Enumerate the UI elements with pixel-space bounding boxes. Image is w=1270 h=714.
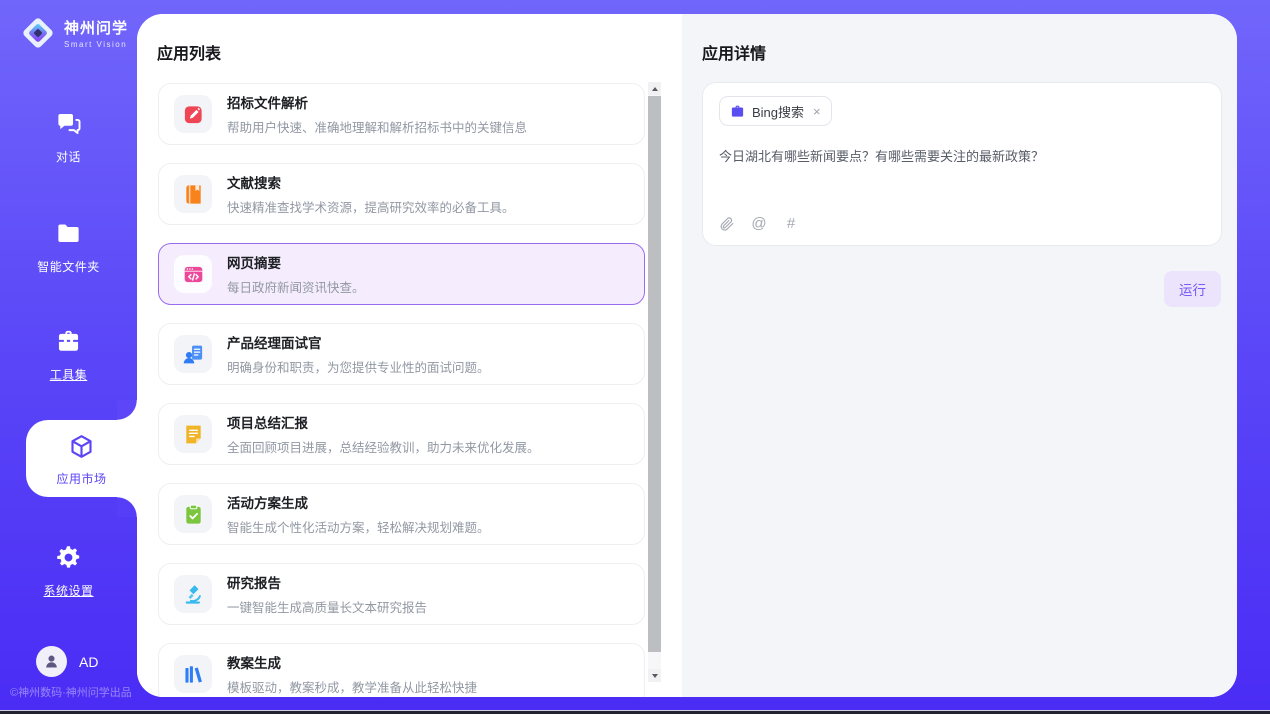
app-card-desc: 帮助用户快速、准确地理解和解析招标书中的关键信息 [227, 117, 527, 136]
folder-icon [55, 220, 82, 247]
app-card-title: 文献搜索 [227, 172, 515, 192]
toolbox-icon [55, 328, 82, 355]
app-card[interactable]: 招标文件解析 帮助用户快速、准确地理解和解析招标书中的关键信息 [158, 83, 645, 145]
sidebar-item-settings[interactable]: 系统设置 [0, 544, 137, 599]
main-container: 应用列表 招标文件解析 帮助用户快速、准确地理解和解析招标书中的关键信息 文献搜… [137, 14, 1237, 697]
avatar [36, 646, 67, 677]
prompt-card: Bing搜索 × 今日湖北有哪些新闻要点？有哪些需要关注的最新政策？ @ # [702, 82, 1222, 246]
app-icon [182, 263, 205, 286]
app-card-title: 项目总结汇报 [227, 412, 540, 432]
app-logo: 神州问学 Smart Vision [18, 13, 128, 53]
sidebar-item-label: 工具集 [0, 366, 137, 383]
logo-subtitle: Smart Vision [64, 40, 128, 49]
app-card-title: 产品经理面试官 [227, 332, 490, 352]
app-detail-title: 应用详情 [702, 40, 766, 64]
paperclip-icon[interactable] [719, 216, 735, 232]
bubble-notch-top [117, 400, 137, 420]
app-icon [182, 503, 205, 526]
app-card[interactable]: 活动方案生成 智能生成个性化活动方案，轻松解决规划难题。 [158, 483, 645, 545]
scrollbar-thumb[interactable] [648, 96, 661, 652]
gear-icon [55, 544, 82, 571]
app-card-desc: 模板驱动，教案秒成，教学准备从此轻松快捷 [227, 677, 477, 696]
user-name: AD [79, 654, 98, 670]
app-card-desc: 一键智能生成高质量长文本研究报告 [227, 597, 427, 616]
app-icon-tile [174, 255, 212, 293]
scroll-down-button[interactable] [648, 669, 661, 682]
app-icon [182, 423, 205, 446]
app-list-scrollbar [648, 82, 661, 682]
app-card[interactable]: 文献搜索 快速精准查找学术资源，提高研究效率的必备工具。 [158, 163, 645, 225]
tool-chip-bing-search[interactable]: Bing搜索 × [719, 96, 832, 126]
app-card[interactable]: 网页摘要 每日政府新闻资讯快查。 [158, 243, 645, 305]
app-card-title: 教案生成 [227, 652, 477, 672]
app-list-title: 应用列表 [157, 40, 221, 64]
app-icon-tile [174, 175, 212, 213]
scroll-down-icon [652, 674, 658, 678]
scroll-up-button[interactable] [648, 82, 661, 95]
tool-chip-label: Bing搜索 [752, 102, 804, 121]
app-icon [182, 103, 205, 126]
sidebar-item-label: 应用市场 [26, 470, 137, 487]
app-card[interactable]: 研究报告 一键智能生成高质量长文本研究报告 [158, 563, 645, 625]
app-detail-panel: 应用详情 Bing搜索 × 今日湖北有哪些新闻要点？有哪些需要关注的最新政策？ … [682, 14, 1237, 697]
chip-close-icon[interactable]: × [813, 105, 821, 118]
app-icon-tile [174, 575, 212, 613]
app-icon-tile [174, 415, 212, 453]
user-account[interactable]: AD [36, 646, 98, 677]
bubble-notch-bottom [117, 497, 137, 517]
sidebar-item-label: 系统设置 [0, 582, 137, 599]
app-icon [182, 343, 205, 366]
scroll-up-icon [652, 87, 658, 91]
sidebar-item-app-market[interactable]: 应用市场 [26, 420, 137, 497]
app-card-desc: 全面回顾项目进展，总结经验教训，助力未来优化发展。 [227, 437, 540, 456]
sidebar-item-label: 对话 [0, 148, 137, 165]
app-card-title: 活动方案生成 [227, 492, 490, 512]
diamond-logo-icon [18, 13, 58, 53]
hash-tag-icon[interactable]: # [783, 216, 799, 232]
person-icon [43, 653, 60, 670]
app-icon [182, 183, 205, 206]
app-icon [182, 583, 205, 606]
app-card-desc: 智能生成个性化活动方案，轻松解决规划难题。 [227, 517, 490, 536]
app-icon-tile [174, 95, 212, 133]
app-card-desc: 每日政府新闻资讯快查。 [227, 277, 365, 296]
at-mention-icon[interactable]: @ [751, 216, 767, 232]
app-card-desc: 明确身份和职责，为您提供专业性的面试问题。 [227, 357, 490, 376]
app-card-title: 招标文件解析 [227, 92, 527, 112]
sidebar-item-toolset[interactable]: 工具集 [0, 328, 137, 383]
app-card[interactable]: 项目总结汇报 全面回顾项目进展，总结经验教训，助力未来优化发展。 [158, 403, 645, 465]
app-card-list: 招标文件解析 帮助用户快速、准确地理解和解析招标书中的关键信息 文献搜索 快速精… [158, 83, 645, 697]
app-card-title: 研究报告 [227, 572, 427, 592]
app-card-title: 网页摘要 [227, 252, 365, 272]
prompt-toolbar: @ # [719, 216, 799, 232]
copyright-footer: ©神州数码·神州问学出品 [10, 684, 132, 700]
app-list-panel: 应用列表 招标文件解析 帮助用户快速、准确地理解和解析招标书中的关键信息 文献搜… [137, 14, 682, 697]
app-card[interactable]: 教案生成 模板驱动，教案秒成，教学准备从此轻松快捷 [158, 643, 645, 697]
sidebar-item-label: 智能文件夹 [0, 258, 137, 275]
chat-icon [55, 110, 82, 137]
sidebar: 神州问学 Smart Vision 对话 智能文件夹 工具集 应用市场 系统设置… [0, 0, 137, 711]
sidebar-item-chat[interactable]: 对话 [0, 110, 137, 165]
cube-icon [68, 433, 95, 460]
app-card[interactable]: 产品经理面试官 明确身份和职责，为您提供专业性的面试问题。 [158, 323, 645, 385]
app-icon-tile [174, 495, 212, 533]
prompt-input[interactable]: 今日湖北有哪些新闻要点？有哪些需要关注的最新政策？ [719, 147, 1205, 167]
run-button[interactable]: 运行 [1164, 271, 1221, 307]
sidebar-item-smart-folder[interactable]: 智能文件夹 [0, 220, 137, 275]
app-icon [182, 663, 205, 686]
app-card-desc: 快速精准查找学术资源，提高研究效率的必备工具。 [227, 197, 515, 216]
app-icon-tile [174, 655, 212, 693]
app-icon-tile [174, 335, 212, 373]
briefcase-icon [730, 104, 745, 119]
logo-title: 神州问学 [64, 17, 128, 38]
